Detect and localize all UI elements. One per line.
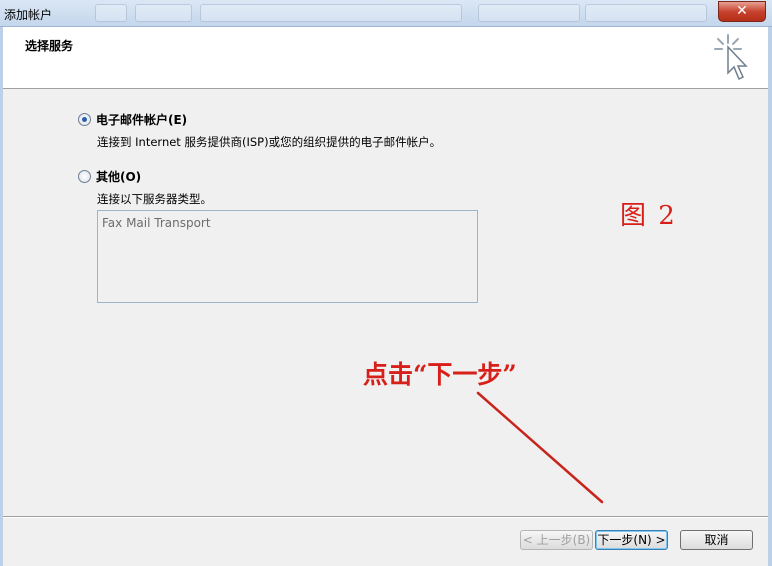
- window-title: 添加帐户: [4, 8, 53, 22]
- background-ghost: [200, 4, 462, 22]
- background-ghost: [95, 4, 127, 22]
- figure-annotation: 图 2: [620, 201, 677, 231]
- server-type-list[interactable]: Fax Mail Transport: [97, 210, 478, 303]
- cancel-button[interactable]: 取消: [680, 530, 753, 550]
- email-account-description: 连接到 Internet 服务提供商(ISP)或您的组织提供的电子邮件帐户。: [97, 135, 442, 149]
- other-radio[interactable]: 其他(O): [78, 168, 141, 185]
- other-label: 其他(O): [96, 170, 142, 184]
- radio-checked-icon[interactable]: [78, 113, 91, 126]
- title-bar[interactable]: 添加帐户 ✕: [0, 0, 772, 27]
- wizard-cursor-icon: [714, 34, 748, 81]
- footer-separator: [3, 516, 768, 517]
- next-button[interactable]: 下一步(N) >: [595, 530, 668, 550]
- radio-unchecked-icon[interactable]: [78, 170, 91, 183]
- page-title: 选择服务: [25, 39, 74, 53]
- window-frame-left: [0, 26, 3, 566]
- other-description: 连接以下服务器类型。: [97, 192, 212, 206]
- wizard-header: 选择服务: [3, 27, 768, 89]
- back-button[interactable]: < 上一步(B): [520, 530, 593, 550]
- annotation-arrow: [476, 391, 604, 504]
- background-ghost: [135, 4, 192, 22]
- email-account-label: 电子邮件帐户(E): [96, 113, 188, 127]
- background-ghost: [478, 4, 580, 22]
- close-button[interactable]: ✕: [718, 1, 766, 22]
- background-ghost: [585, 4, 707, 22]
- instruction-annotation: 点击“下一步”: [363, 360, 517, 389]
- close-icon: ✕: [736, 3, 748, 19]
- window-frame-right: [768, 26, 772, 566]
- email-account-radio[interactable]: 电子邮件帐户(E): [78, 111, 187, 128]
- list-item[interactable]: Fax Mail Transport: [102, 216, 211, 230]
